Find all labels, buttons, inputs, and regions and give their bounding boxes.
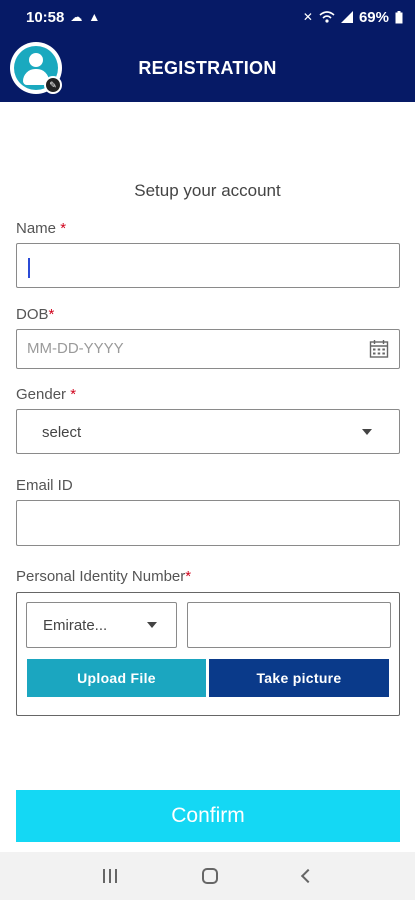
id-type-select[interactable]: Emirate... xyxy=(26,602,177,648)
dob-input[interactable]: MM-DD-YYYY xyxy=(16,329,400,369)
email-label-text: Email ID xyxy=(16,477,73,494)
required-mark: * xyxy=(70,386,77,403)
name-label-text: Name xyxy=(16,220,57,237)
pin-label: Personal Identity Number* xyxy=(16,568,191,585)
id-type-selected-value: Emirate... xyxy=(43,617,108,634)
form-subtitle: Setup your account xyxy=(134,181,281,200)
take-picture-button[interactable]: Take picture xyxy=(209,659,389,697)
pin-container: Emirate... Upload File Take picture xyxy=(16,592,400,716)
back-icon[interactable] xyxy=(300,868,315,884)
upload-file-button[interactable]: Upload File xyxy=(27,659,206,697)
avatar-head xyxy=(29,53,43,67)
pencil-icon[interactable]: ✎ xyxy=(44,76,62,94)
chevron-down-icon xyxy=(362,429,372,435)
dob-label: DOB* xyxy=(16,306,54,323)
signal-icon xyxy=(340,11,353,23)
chevron-down-icon xyxy=(147,622,157,628)
required-mark: * xyxy=(60,220,67,237)
cloud-icon: ☁ xyxy=(70,10,83,24)
warning-icon: ▲ xyxy=(88,10,101,24)
text-cursor xyxy=(28,258,30,278)
dob-placeholder: MM-DD-YYYY xyxy=(27,340,124,357)
gender-selected-value: select xyxy=(42,424,82,441)
mute-icon: ✕ xyxy=(302,10,313,24)
name-label: Name * xyxy=(16,220,66,237)
status-time: 10:58 xyxy=(26,8,65,26)
pin-label-text: Personal Identity Number xyxy=(16,568,186,585)
status-bar: 10:58 ☁ ▲ ✕ 69% xyxy=(0,0,415,34)
battery-icon xyxy=(395,10,403,23)
home-icon[interactable] xyxy=(201,868,218,884)
page-title: REGISTRATION xyxy=(138,57,277,78)
required-mark: * xyxy=(48,306,55,323)
system-nav-bar xyxy=(0,852,415,900)
recents-icon[interactable] xyxy=(102,869,117,883)
id-number-input[interactable] xyxy=(187,602,391,648)
required-mark: * xyxy=(185,568,192,585)
calendar-icon[interactable] xyxy=(369,339,389,359)
confirm-button[interactable]: Confirm xyxy=(16,790,400,842)
gender-select[interactable]: select xyxy=(16,409,400,454)
name-input[interactable] xyxy=(16,243,400,288)
wifi-icon xyxy=(319,11,335,23)
email-label: Email ID xyxy=(16,477,73,494)
email-input[interactable] xyxy=(16,500,400,546)
app-header: ✎ REGISTRATION xyxy=(0,34,415,102)
dob-label-text: DOB xyxy=(16,306,49,323)
gender-label-text: Gender xyxy=(16,386,67,403)
battery-percent: 69% xyxy=(358,8,389,26)
gender-label: Gender * xyxy=(16,386,76,403)
